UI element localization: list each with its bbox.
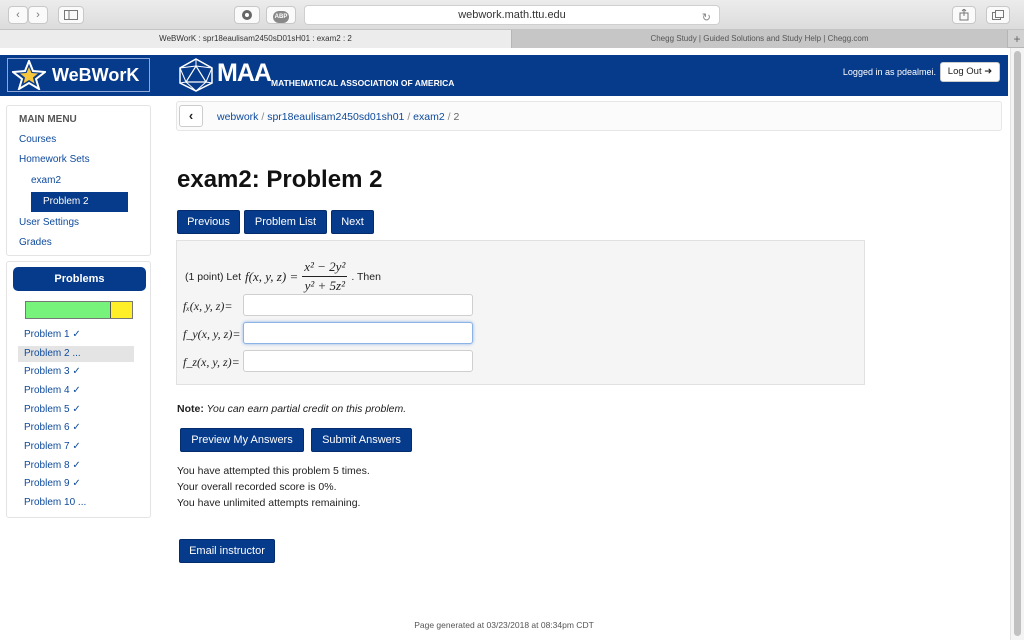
adblock-extension-icon[interactable]: ABP [266,6,296,24]
tabs-overview-icon[interactable] [986,6,1010,24]
note-label: Note: [177,403,204,415]
problems-header: Problems [13,267,146,291]
site-header: WeBWorK MAA MATHEMATICAL ASSOCIATION OF … [0,55,1008,96]
maa-icosahedron-icon [179,58,213,92]
partial-credit-note: Note: You can earn partial credit on thi… [177,403,406,415]
menu-item-user-settings[interactable]: User Settings [19,217,79,228]
problem-link-1[interactable]: Problem 1 ✓ [18,327,134,343]
progress-bar [25,301,133,319]
email-instructor-button[interactable]: Email instructor [179,539,275,563]
answer-input-fx[interactable] [243,294,473,316]
answer-input-fz[interactable] [243,350,473,372]
problem-link-10[interactable]: Problem 10 ... [18,495,134,511]
menu-item-problem2[interactable]: Problem 2 [31,192,128,212]
next-button[interactable]: Next [331,210,374,234]
breadcrumb-back-button[interactable]: ‹ [179,105,203,127]
progress-correct-segment [26,302,111,318]
tab-webwork[interactable]: WeBWorK : spr18eaulisam2450sD01sH01 : ex… [0,30,512,48]
problem-box: (1 point) Let f(x, y, z) = x² − 2y² y² +… [176,240,865,385]
breadcrumb-separator: / [407,111,411,123]
address-bar[interactable]: webwork.math.ttu.edu ↻ [304,5,720,25]
breadcrumb-separator: / [447,111,451,123]
privacy-shield-icon[interactable] [234,6,260,24]
score-text: Your overall recorded score is 0%. [177,481,337,493]
page-footer: Page generated at 03/23/2018 at 08:34pm … [414,620,594,630]
breadcrumb: ‹ webwork / spr18eaulisam2450sd01sh01 / … [176,101,1002,131]
answer-input-fy[interactable] [243,322,473,344]
answer-label-fz: f_z(x, y, z)= [183,355,240,369]
new-tab-button[interactable]: + [1010,30,1024,48]
problem-link-2[interactable]: Problem 2 ... [18,346,134,362]
problem-statement: (1 point) Let f(x, y, z) = x² − 2y² y² +… [185,259,381,294]
answer-label-fy: f_y(x, y, z)= [183,327,241,341]
fraction: x² − 2y² y² + 5z² [302,259,348,294]
main-menu: MAIN MENU Courses Homework Sets exam2 Pr… [6,105,151,256]
breadcrumb-link-course[interactable]: spr18eaulisam2450sd01sh01 [267,111,404,123]
maa-logo-text: MAA [217,59,272,87]
problems-panel: Problems Problem 1 ✓ Problem 2 ... Probl… [6,261,151,518]
breadcrumb-current: 2 [453,111,460,123]
previous-button[interactable]: Previous [177,210,240,234]
webwork-star-icon [12,60,46,90]
adblock-badge: ABP [273,11,289,23]
submit-answers-button[interactable]: Submit Answers [311,428,412,452]
problem-intro: (1 point) Let [185,270,242,283]
fraction-numerator: x² − 2y² [302,259,348,277]
page-title: exam2: Problem 2 [177,166,383,193]
reload-icon[interactable]: ↻ [702,9,711,27]
browser-toolbar: ‹ › ABP webwork.math.ttu.edu ↻ [0,0,1024,30]
logout-button[interactable]: Log Out ➜ [940,62,1000,82]
logout-label: Log Out [947,66,982,77]
menu-item-exam2[interactable]: exam2 [31,175,61,186]
webwork-logo[interactable]: WeBWorK [7,58,150,92]
answer-label-fx: fₓ(x, y, z)= [183,299,233,313]
preview-answers-button[interactable]: Preview My Answers [180,428,304,452]
chevron-left-icon: ‹ [188,108,194,123]
breadcrumb-link-webwork[interactable]: webwork [217,111,258,123]
forward-arrow-icon[interactable]: › [28,6,48,24]
tab-bar: WeBWorK : spr18eaulisam2450sD01sH01 : ex… [0,30,1024,48]
problem-link-3[interactable]: Problem 3 ✓ [18,364,134,380]
problem-link-9[interactable]: Problem 9 ✓ [18,476,134,492]
problem-link-8[interactable]: Problem 8 ✓ [18,458,134,474]
share-icon[interactable] [952,6,976,24]
tab-chegg[interactable]: Chegg Study | Guided Solutions and Study… [512,30,1008,48]
problem-link-7[interactable]: Problem 7 ✓ [18,439,134,455]
logged-in-text: Logged in as pdealmei. [842,67,936,77]
url-text: webwork.math.ttu.edu [458,9,566,21]
main-menu-heading: MAIN MENU [19,114,77,125]
sign-out-icon: ➜ [984,66,993,77]
note-text: You can earn partial credit on this prob… [203,403,407,415]
problem-link-5[interactable]: Problem 5 ✓ [18,402,134,418]
problem-link-4[interactable]: Problem 4 ✓ [18,383,134,399]
breadcrumb-trail: webwork / spr18eaulisam2450sd01sh01 / ex… [217,111,459,123]
menu-item-grades[interactable]: Grades [19,237,52,248]
menu-item-courses[interactable]: Courses [19,134,56,145]
back-arrow-icon[interactable]: ‹ [8,6,28,24]
progress-in-progress-segment [111,302,132,318]
problem-link-6[interactable]: Problem 6 ✓ [18,420,134,436]
remaining-attempts-text: You have unlimited attempts remaining. [177,497,361,509]
maa-subtitle: MATHEMATICAL ASSOCIATION OF AMERICA [271,78,455,88]
problem-list-button[interactable]: Problem List [244,210,327,234]
scrollbar-thumb[interactable] [1014,51,1021,636]
sidebar-icon[interactable] [58,6,84,24]
scrollbar[interactable] [1010,48,1024,640]
fraction-denominator: y² + 5z² [304,278,345,293]
webwork-logo-text: WeBWorK [52,64,140,85]
function-definition: f(x, y, z) = [245,268,299,284]
breadcrumb-separator: / [261,111,265,123]
breadcrumb-link-exam2[interactable]: exam2 [413,111,445,123]
problem-then: . Then [351,270,381,283]
menu-item-homework-sets[interactable]: Homework Sets [19,154,90,165]
attempts-text: You have attempted this problem 5 times. [177,465,370,477]
